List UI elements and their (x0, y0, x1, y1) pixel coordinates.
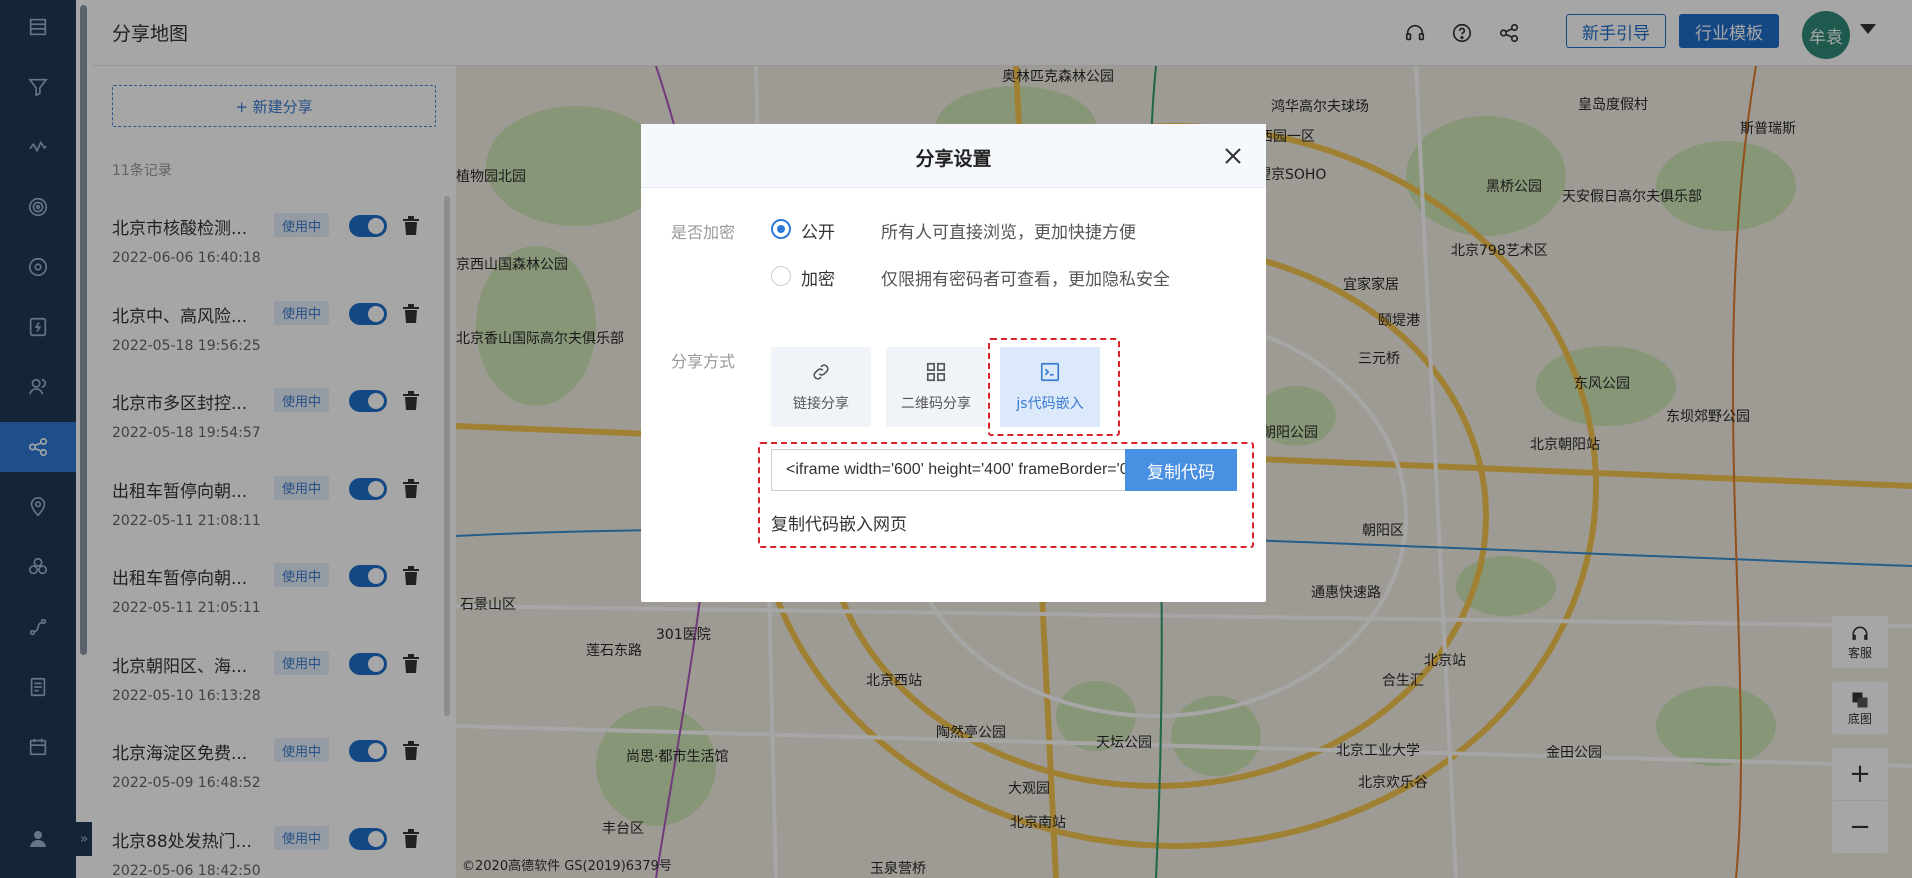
qrcode-share-label: 二维码分享 (901, 396, 971, 412)
qrcode-icon (926, 362, 946, 382)
embed-code-field[interactable]: <iframe width='600' height='400' frameBo… (771, 449, 1127, 491)
code-hint: 复制代码嵌入网页 (771, 515, 907, 535)
dialog-title: 分享设置 (915, 148, 992, 170)
qrcode-share-option[interactable]: 二维码分享 (886, 347, 986, 427)
dialog-header: 分享设置 (641, 124, 1266, 188)
public-description: 所有人可直接浏览，更加快捷方便 (881, 223, 1136, 243)
private-radio[interactable] (771, 266, 791, 286)
share-mode-label: 分享方式 (671, 352, 736, 371)
link-icon (813, 364, 829, 380)
public-label[interactable]: 公开 (801, 218, 835, 243)
link-share-option[interactable]: 链接分享 (771, 347, 871, 427)
copy-code-button[interactable]: 复制代码 (1125, 449, 1237, 491)
share-settings-dialog: 分享设置 是否加密 公开 所有人可直接浏览，更加快捷方便 加密 仅限拥有密码者可… (641, 124, 1266, 602)
close-icon[interactable] (1223, 146, 1243, 166)
encrypt-label: 是否加密 (671, 223, 736, 242)
private-label[interactable]: 加密 (801, 265, 835, 290)
link-share-label: 链接分享 (793, 396, 849, 412)
private-description: 仅限拥有密码者可查看，更加隐私安全 (881, 270, 1170, 290)
public-radio[interactable] (771, 219, 791, 239)
mode-highlight-box (988, 338, 1120, 436)
